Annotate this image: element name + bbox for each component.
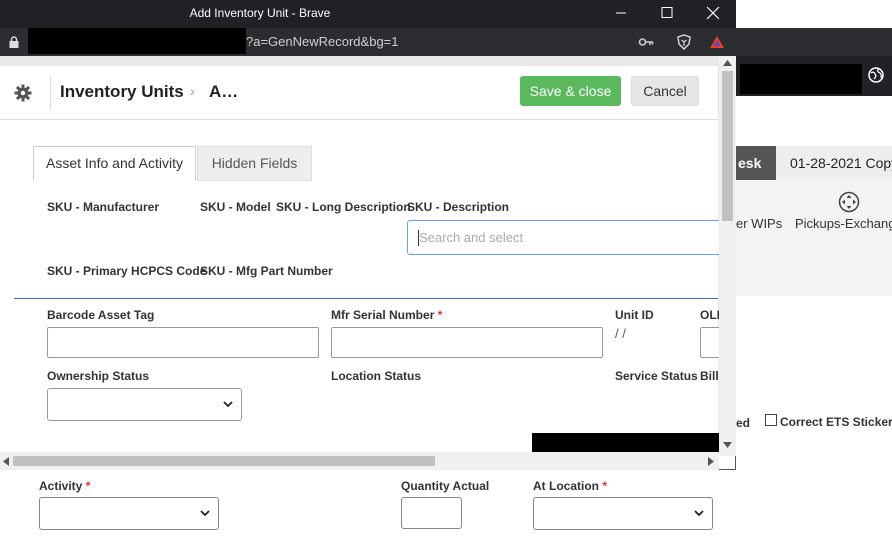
record-header: Inventory Units › A… Save & close Cancel bbox=[0, 66, 718, 120]
horizontal-scrollbar[interactable] bbox=[0, 452, 719, 470]
activity-label: Activity * bbox=[39, 479, 91, 493]
horizontal-scroll-thumb[interactable] bbox=[13, 456, 435, 466]
scroll-left-arrow-icon[interactable] bbox=[3, 457, 9, 466]
sku-description-label: SKU - Description bbox=[407, 200, 510, 214]
unit-id-label: Unit ID bbox=[615, 308, 654, 322]
window-title: Add Inventory Unit - Brave bbox=[189, 6, 331, 20]
bg-wips-link[interactable]: er WIPs bbox=[736, 216, 782, 231]
sku-manufacturer-label: SKU - Manufacturer bbox=[47, 200, 160, 214]
scroll-up-arrow-icon[interactable] bbox=[723, 60, 732, 66]
unit-id-value: / / bbox=[615, 326, 626, 341]
sku-primary-hcpcs-label: SKU - Primary HCPCS Code bbox=[47, 264, 207, 278]
chevron-down-icon bbox=[223, 401, 233, 408]
bg-checkbox-label-partial: ed bbox=[736, 416, 751, 430]
move-arrows-icon[interactable] bbox=[838, 191, 860, 213]
correct-ets-sticker-checkbox[interactable] bbox=[765, 414, 777, 426]
header-divider bbox=[50, 76, 51, 110]
key-icon[interactable] bbox=[638, 34, 654, 50]
url-text[interactable]: ?a=GenNewRecord&bg=1 bbox=[246, 28, 399, 56]
redacted-region bbox=[532, 433, 719, 452]
sku-model-label: SKU - Model bbox=[200, 200, 271, 214]
mfr-serial-number-input[interactable] bbox=[331, 327, 603, 358]
maximize-button[interactable] bbox=[644, 0, 690, 26]
close-icon bbox=[706, 6, 720, 20]
tab-asset-info-activity[interactable]: Asset Info and Activity bbox=[33, 146, 196, 181]
brave-shield-icon[interactable] bbox=[676, 34, 692, 50]
maximize-icon bbox=[661, 7, 673, 18]
scroll-down-arrow-icon[interactable] bbox=[723, 442, 732, 448]
save-and-close-button[interactable]: Save & close bbox=[520, 76, 621, 106]
tab-hidden-fields[interactable]: Hidden Fields bbox=[197, 146, 312, 181]
ownership-status-select[interactable] bbox=[47, 388, 242, 421]
breadcrumb-root[interactable]: Inventory Units bbox=[60, 82, 184, 102]
sku-mfg-part-number-label: SKU - Mfg Part Number bbox=[200, 264, 333, 278]
mfr-serial-number-label: Mfr Serial Number * bbox=[331, 308, 443, 322]
form-body: Asset Info and Activity Hidden Fields SK… bbox=[0, 120, 736, 456]
bg-tab-copy[interactable]: 01-28-2021 Copy bbox=[776, 146, 892, 180]
window-titlebar[interactable]: Add Inventory Unit - Brave bbox=[0, 0, 736, 28]
ownership-status-label: Ownership Status bbox=[47, 369, 150, 383]
location-status-label: Location Status bbox=[331, 369, 422, 383]
lock-icon bbox=[9, 36, 19, 48]
section-divider bbox=[14, 298, 718, 299]
gear-icon[interactable] bbox=[14, 84, 32, 102]
redacted-region bbox=[740, 64, 862, 94]
service-status-label: Service Status bbox=[615, 369, 698, 383]
breadcrumb-current: A… bbox=[209, 82, 239, 101]
sku-long-description-label: SKU - Long Description bbox=[276, 200, 411, 214]
correct-ets-sticker-label: Correct ETS Sticker bbox=[780, 415, 892, 429]
sku-description-search-input[interactable]: Search and select bbox=[407, 220, 727, 255]
at-location-label: At Location * bbox=[533, 479, 608, 493]
scroll-right-arrow-icon[interactable] bbox=[708, 457, 714, 466]
activity-select[interactable] bbox=[39, 497, 219, 530]
quantity-actual-label: Quantity Actual bbox=[401, 479, 490, 493]
at-location-select[interactable] bbox=[533, 497, 713, 530]
redacted-url-region bbox=[28, 28, 246, 54]
address-bar[interactable]: ?a=GenNewRecord&bg=1 bbox=[0, 28, 736, 56]
bg-browser-tabbar bbox=[736, 28, 892, 56]
vertical-scrollbar[interactable] bbox=[719, 56, 736, 456]
bg-icon-row bbox=[736, 180, 892, 296]
barcode-asset-tag-label: Barcode Asset Tag bbox=[47, 308, 155, 322]
minimize-icon bbox=[616, 12, 626, 14]
search-placeholder: Search and select bbox=[419, 230, 524, 245]
breadcrumb-chevron-icon: › bbox=[190, 83, 195, 99]
chevron-down-icon bbox=[200, 510, 210, 517]
vertical-scroll-thumb[interactable] bbox=[722, 71, 733, 221]
popup-content: Inventory Units › A… Save & close Cancel… bbox=[0, 56, 736, 456]
close-window-button[interactable] bbox=[690, 0, 736, 26]
bg-pickups-link[interactable]: Pickups-Exchange bbox=[795, 216, 892, 231]
minimize-button[interactable] bbox=[598, 0, 644, 26]
barcode-asset-tag-input[interactable] bbox=[47, 327, 319, 358]
bg-tab-desk[interactable]: esk bbox=[736, 146, 776, 180]
globe-icon[interactable] bbox=[868, 67, 884, 83]
brave-rewards-icon[interactable] bbox=[709, 34, 725, 50]
quantity-actual-input[interactable] bbox=[401, 497, 462, 529]
cancel-button[interactable]: Cancel bbox=[631, 76, 699, 106]
chevron-down-icon bbox=[694, 510, 704, 517]
popup-window: Add Inventory Unit - Brave ?a=GenNewReco… bbox=[0, 0, 736, 470]
